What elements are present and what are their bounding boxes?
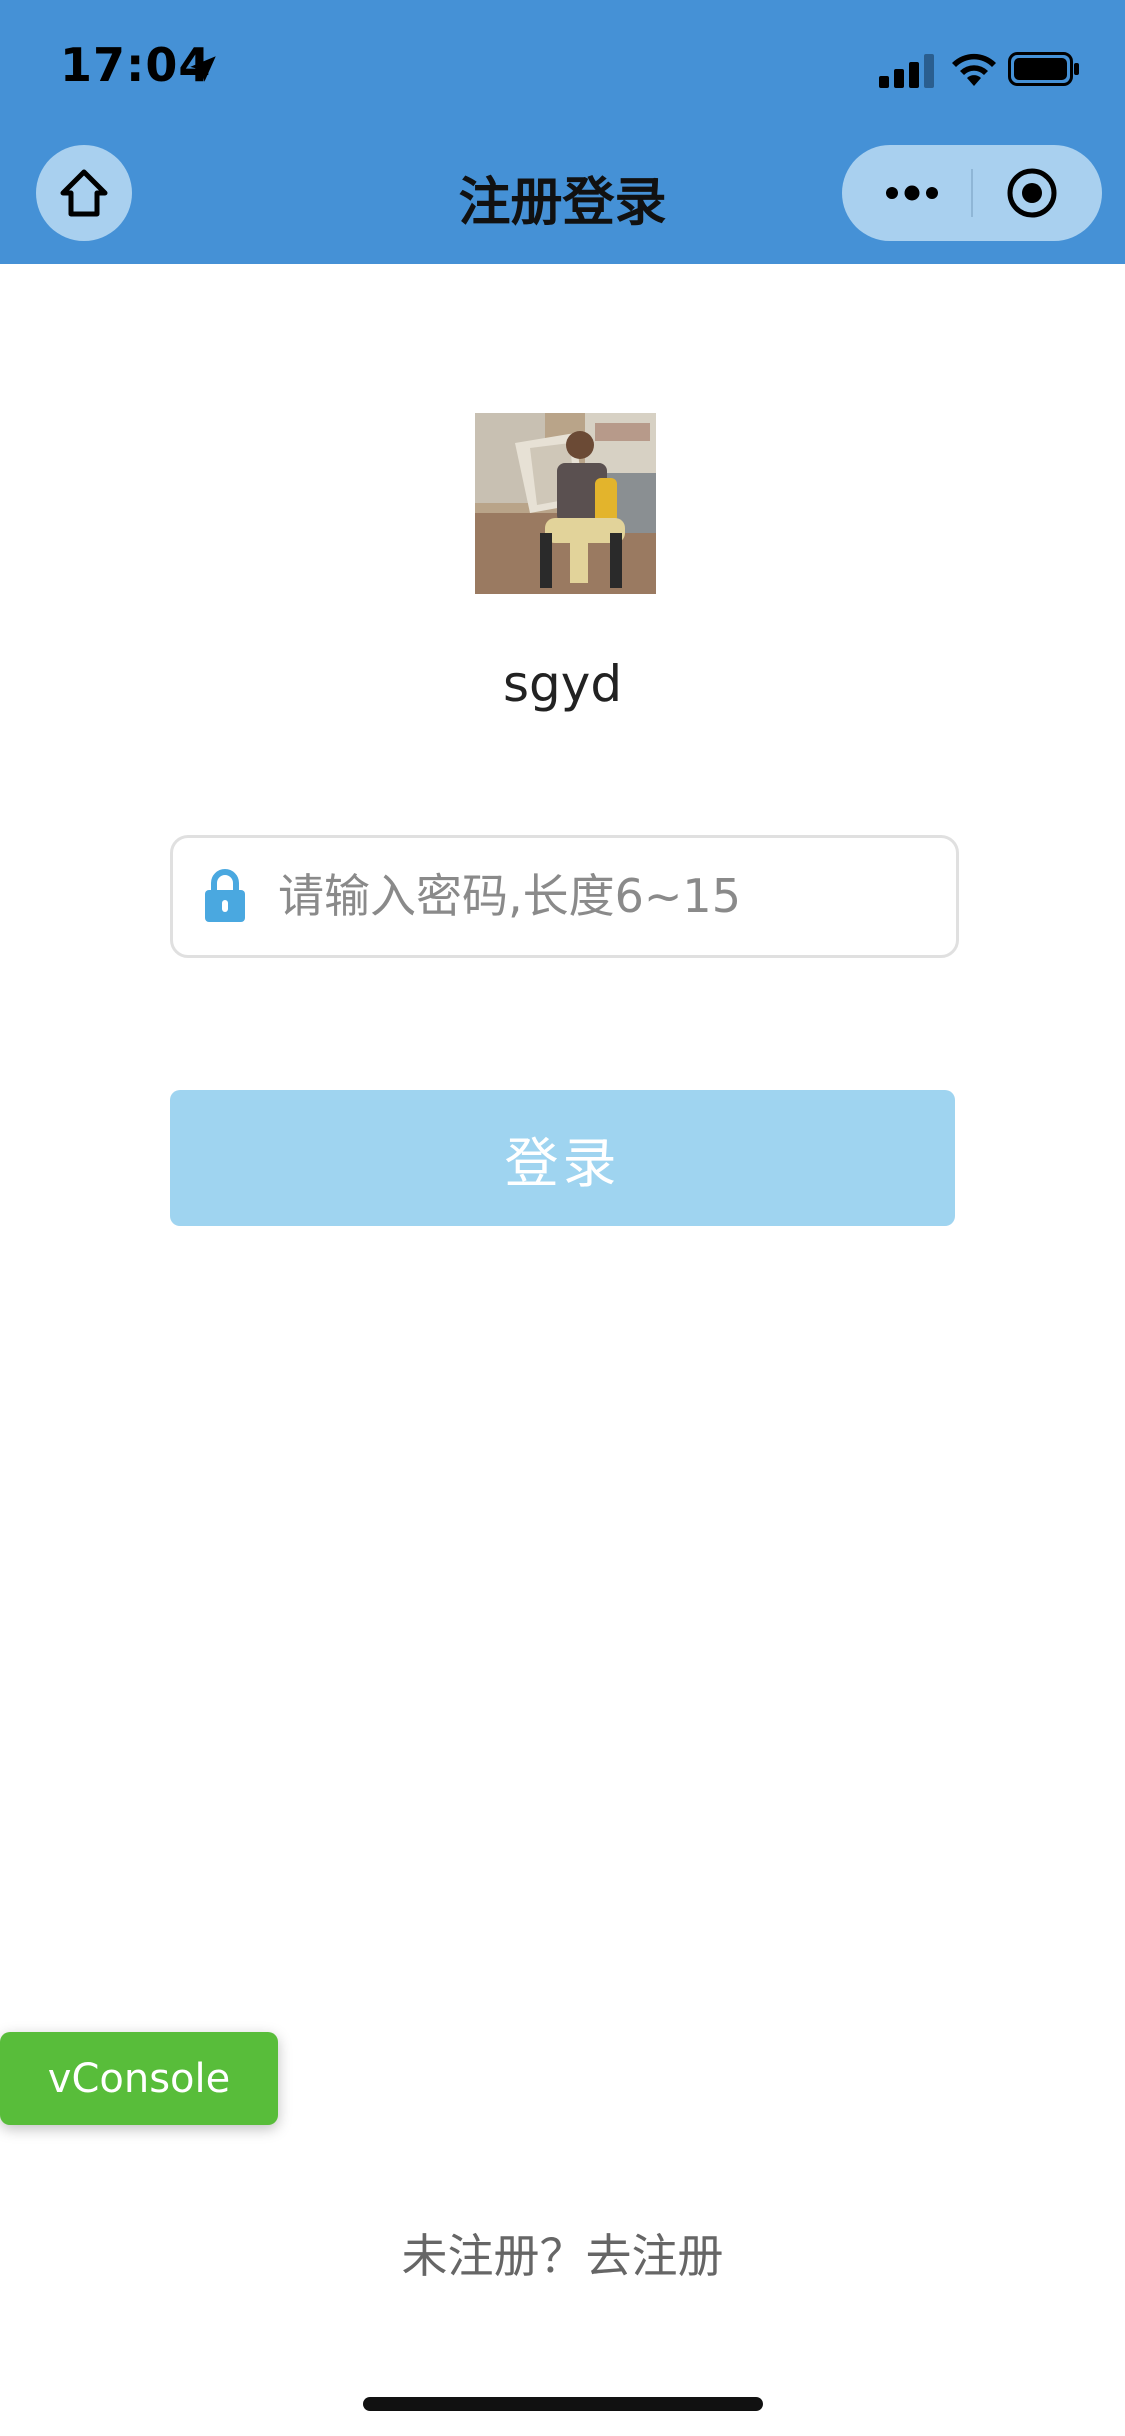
username-label: sgyd — [502, 655, 623, 713]
cellular-signal-icon — [879, 54, 934, 88]
lock-icon — [205, 869, 245, 922]
wifi-icon — [952, 53, 996, 86]
password-input[interactable] — [278, 860, 938, 932]
avatar — [475, 413, 656, 594]
vconsole-button[interactable]: vConsole — [0, 2032, 278, 2125]
more-icon[interactable] — [882, 175, 942, 211]
password-field-container — [170, 835, 959, 958]
header-bar: 17:04 注册登录 — [0, 0, 1125, 264]
home-indicator — [363, 2397, 763, 2411]
register-link[interactable]: 未注册？去注册 — [0, 2220, 1125, 2286]
location-arrow-icon — [190, 56, 216, 82]
login-button[interactable]: 登录 — [170, 1090, 955, 1226]
mini-program-capsule — [842, 145, 1102, 241]
battery-icon — [1008, 52, 1079, 86]
capsule-divider — [971, 169, 973, 217]
close-target-icon[interactable] — [1006, 167, 1058, 219]
